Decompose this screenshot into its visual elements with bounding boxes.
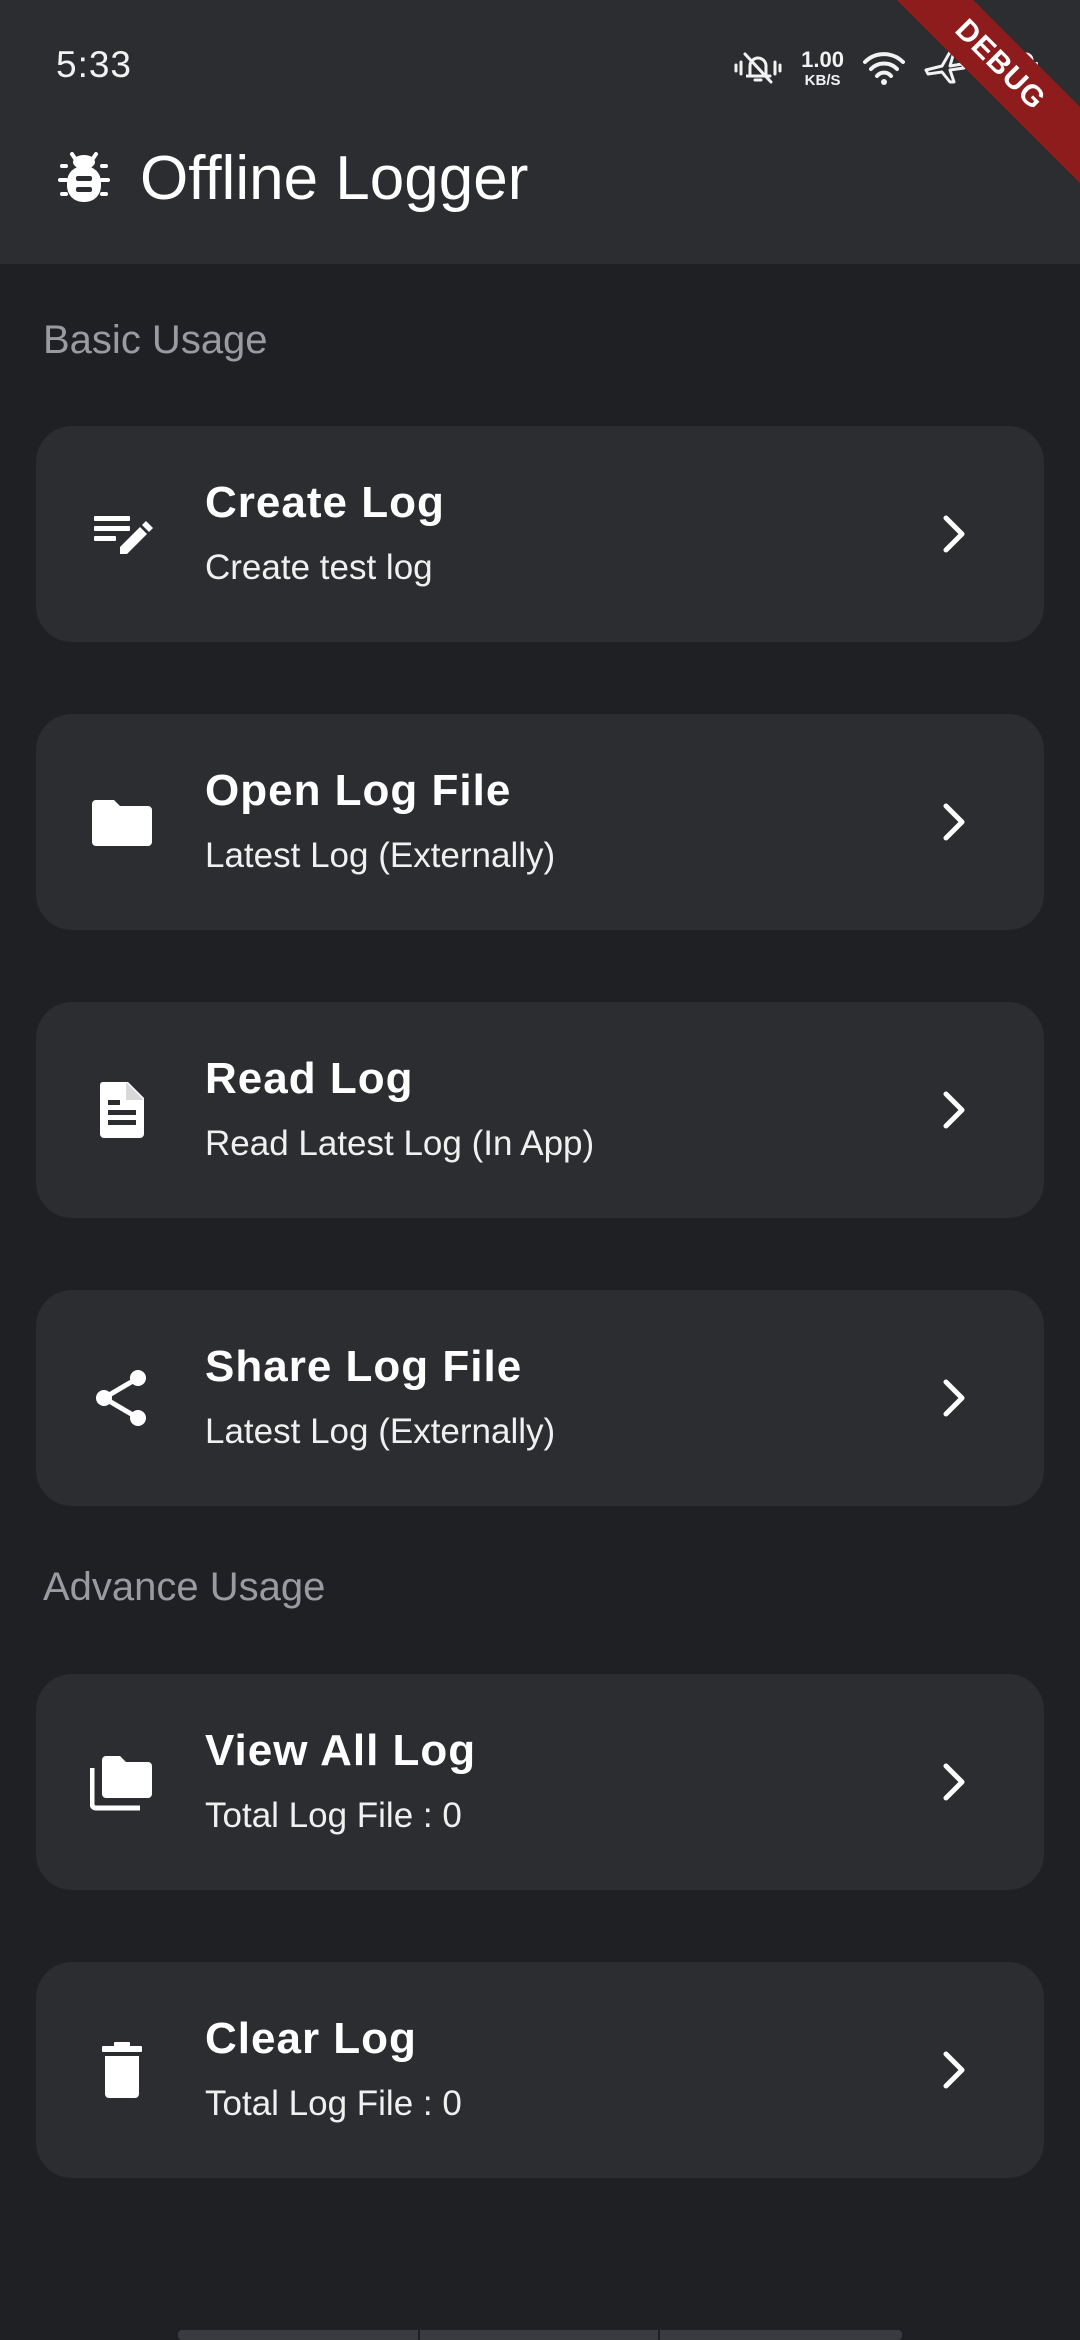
section-label-advance-usage: Advance Usage	[43, 1565, 326, 1609]
screen: 5:33 1.00 KB/S Offline Logger DEBUG Basi…	[0, 0, 1080, 2340]
chevron-right-icon	[934, 2046, 974, 2094]
card-title: Read Log	[205, 1054, 414, 1103]
network-speed: 1.00 KB/S	[801, 46, 844, 89]
top-bar: 5:33 1.00 KB/S Offline Logger DEBUG	[0, 0, 1080, 264]
edit-note-icon	[90, 502, 154, 566]
card-title: Clear Log	[205, 2014, 417, 2063]
app-title: Offline Logger	[140, 143, 529, 213]
bug-icon	[56, 146, 112, 211]
chevron-right-icon	[934, 1758, 974, 1806]
chevron-right-icon	[934, 1374, 974, 1422]
share-icon	[90, 1366, 154, 1430]
chevron-right-icon	[934, 798, 974, 846]
wifi-icon	[862, 50, 906, 86]
open-log-file-card[interactable]: Open Log File Latest Log (Externally)	[36, 714, 1044, 930]
read-log-card[interactable]: Read Log Read Latest Log (In App)	[36, 1002, 1044, 1218]
share-log-file-card[interactable]: Share Log File Latest Log (Externally)	[36, 1290, 1044, 1506]
card-subtitle: Read Latest Log (In App)	[205, 1124, 595, 1163]
gesture-bar-divider	[658, 2330, 660, 2340]
app-bar: Offline Logger	[56, 138, 528, 218]
document-icon	[90, 1078, 154, 1142]
status-time: 5:33	[56, 44, 133, 85]
card-subtitle: Create test log	[205, 548, 433, 587]
card-title: Open Log File	[205, 766, 512, 815]
card-subtitle: Total Log File : 0	[205, 1796, 462, 1835]
gesture-bar-divider	[418, 2330, 420, 2340]
card-subtitle: Latest Log (Externally)	[205, 836, 556, 875]
card-subtitle: Total Log File : 0	[205, 2084, 462, 2123]
chevron-right-icon	[934, 1086, 974, 1134]
folder-icon	[90, 790, 154, 854]
create-log-card[interactable]: Create Log Create test log	[36, 426, 1044, 642]
view-all-log-card[interactable]: View All Log Total Log File : 0	[36, 1674, 1044, 1890]
card-title: View All Log	[205, 1726, 477, 1775]
section-label-basic-usage: Basic Usage	[43, 318, 268, 362]
chevron-right-icon	[934, 510, 974, 558]
debug-banner: DEBUG	[867, 0, 1080, 198]
card-title: Create Log	[205, 478, 445, 527]
trash-icon	[90, 2038, 154, 2102]
card-title: Share Log File	[205, 1342, 523, 1391]
gesture-bar	[178, 2330, 902, 2340]
folder-copy-icon	[90, 1750, 154, 1814]
network-speed-unit: KB/S	[804, 71, 841, 89]
vibrate-mute-icon	[733, 48, 783, 88]
network-speed-value: 1.00	[801, 46, 844, 72]
clear-log-card[interactable]: Clear Log Total Log File : 0	[36, 1962, 1044, 2178]
card-subtitle: Latest Log (Externally)	[205, 1412, 556, 1451]
